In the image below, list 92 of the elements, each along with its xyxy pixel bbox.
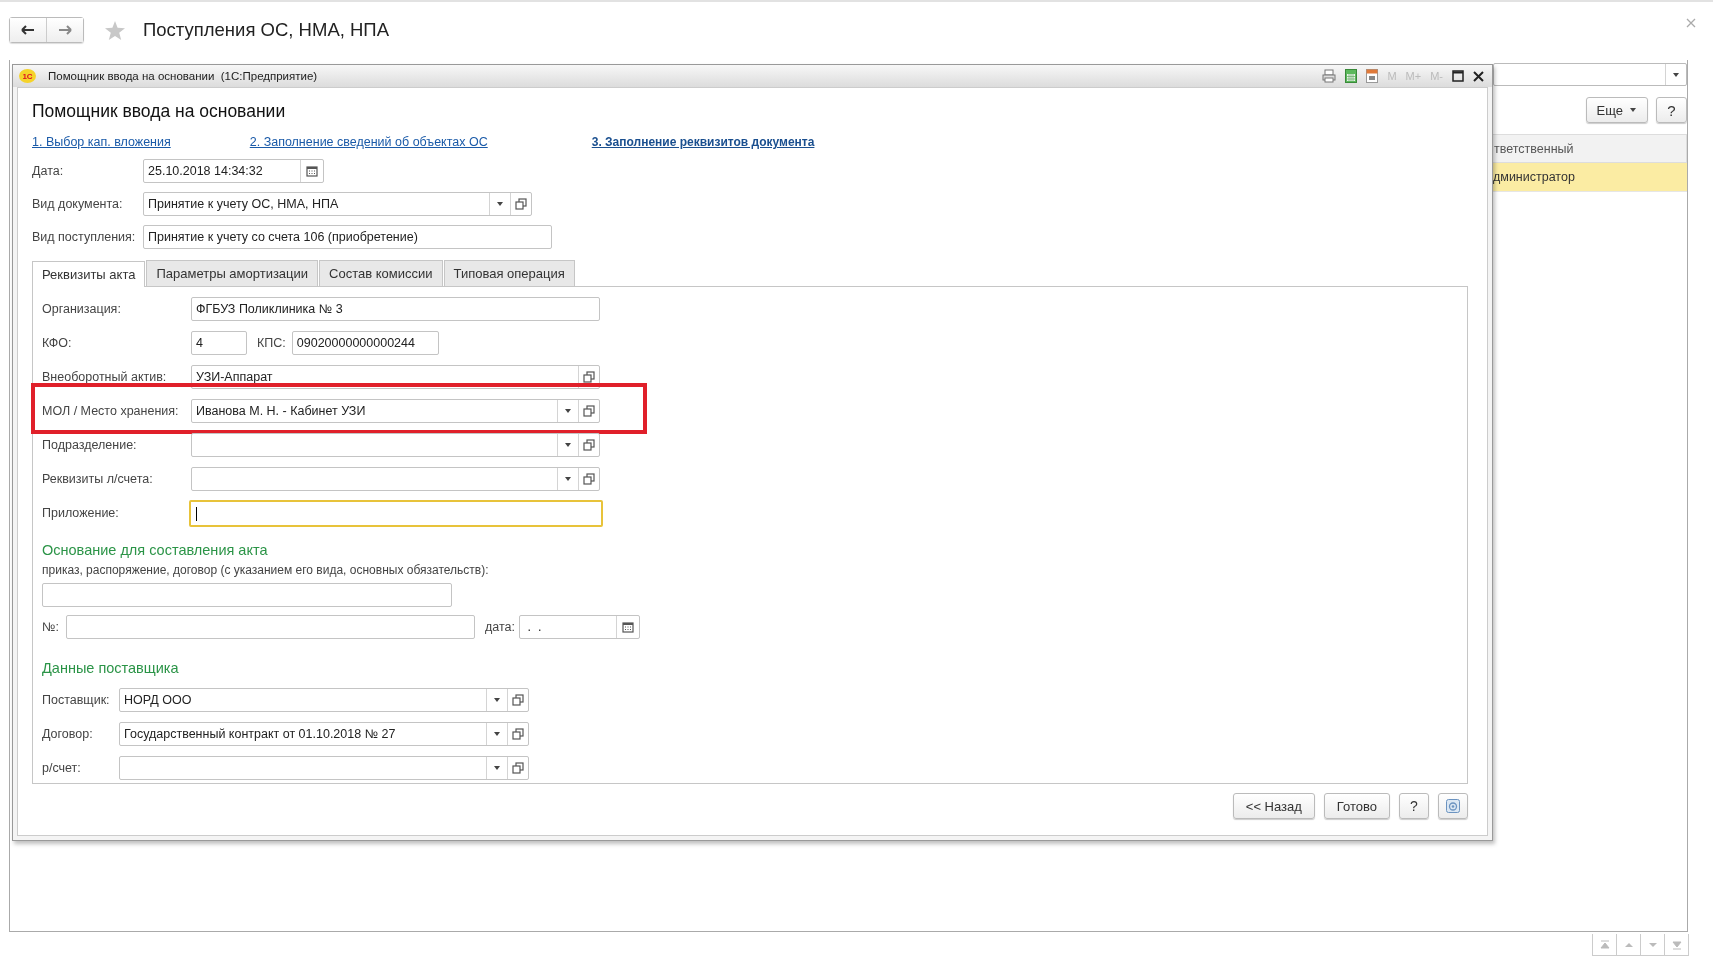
field-label: дата: xyxy=(485,620,515,634)
open-form-icon xyxy=(512,728,524,740)
dialog-button[interactable]: ? xyxy=(1399,793,1429,819)
forward-arrow-icon xyxy=(58,25,72,35)
maximize-button[interactable] xyxy=(1452,70,1464,82)
field-label: р/счет: xyxy=(42,761,82,775)
field-label: Дата: xyxy=(32,164,65,178)
caret-icon xyxy=(493,764,501,772)
tab[interactable]: Реквизиты акта xyxy=(32,261,146,287)
input-field[interactable]: . . xyxy=(519,615,640,639)
field-label: Приложение: xyxy=(42,506,120,520)
input-field[interactable]: 09020000000000244 xyxy=(291,331,439,355)
open-form-icon xyxy=(512,762,524,774)
step-link[interactable]: 2. Заполнение сведений об объектах ОС xyxy=(249,135,488,149)
input-field[interactable] xyxy=(119,756,529,780)
text-cursor xyxy=(196,506,197,521)
page-title: Поступления ОС, НМА, НПА xyxy=(143,19,389,41)
input-field[interactable]: 4 xyxy=(191,331,247,355)
input-field[interactable]: 25.10.2018 14:34:32 xyxy=(143,159,324,183)
input-field[interactable]: Принятие к учету со счета 106 (приобретение) xyxy=(143,225,552,249)
field-label: КФО: xyxy=(42,336,73,350)
caret-icon xyxy=(493,730,501,738)
star-icon[interactable] xyxy=(104,19,126,41)
field-label: Поставщик: xyxy=(42,693,111,707)
step-link[interactable]: 3. Заполнение реквизитов документа xyxy=(591,135,815,149)
close-icon xyxy=(1473,70,1484,82)
scroll-first-icon xyxy=(1598,938,1611,951)
caret-icon xyxy=(1672,70,1680,79)
back-button[interactable] xyxy=(10,18,46,42)
field-label: №: xyxy=(42,620,60,634)
input-field[interactable]: ФГБУЗ Поликлиника № 3 xyxy=(191,297,600,321)
input-field[interactable] xyxy=(189,499,603,527)
field-label: Реквизиты л/счета: xyxy=(42,472,154,486)
window-title: Помощник ввода на основании (1С:Предприятие) xyxy=(48,70,318,82)
calendar-button[interactable] xyxy=(1366,69,1379,83)
column-header: тветственный xyxy=(1493,141,1574,156)
input-field[interactable]: Принятие к учету ОС, НМА, НПА xyxy=(143,192,532,216)
open-form-icon xyxy=(583,405,595,417)
app-logo: 1С xyxy=(19,69,36,83)
field-label: МОЛ / Место хранения: xyxy=(42,404,180,418)
field-label: Вид поступления: xyxy=(32,230,137,244)
caret-icon xyxy=(493,696,501,704)
dialog-button[interactable]: << Назад xyxy=(1232,793,1315,819)
close-button[interactable] xyxy=(1473,70,1484,82)
caret-icon xyxy=(564,441,572,449)
table-cell-text: дминистратор xyxy=(1492,170,1575,184)
open-form-icon xyxy=(583,473,595,485)
input-field[interactable]: Иванова М. Н. - Кабинет УЗИ xyxy=(191,399,600,423)
input-field[interactable]: Государственный контракт от 01.10.2018 № 27 xyxy=(119,722,529,746)
tab[interactable]: Параметры амортизации xyxy=(146,260,319,286)
open-form-icon xyxy=(583,371,595,383)
settings-button[interactable] xyxy=(1438,793,1468,819)
calendar-icon xyxy=(622,621,634,633)
field-label: Внеоборотный актив: xyxy=(42,370,168,384)
print-button[interactable] xyxy=(1322,69,1337,83)
calculator-button[interactable] xyxy=(1345,69,1358,83)
field-label: Договор: xyxy=(42,727,94,741)
input-field[interactable] xyxy=(191,433,600,457)
field-hint: приказ, распоряжение, договор (с указанием его вида, основных обязательств): xyxy=(42,563,490,577)
calendar-icon xyxy=(306,165,318,177)
section-heading: Данные поставщика xyxy=(42,660,180,678)
maximize-icon xyxy=(1452,70,1464,82)
input-field[interactable] xyxy=(191,467,600,491)
input-field[interactable] xyxy=(66,615,475,639)
caret-icon xyxy=(1629,106,1637,114)
open-form-icon xyxy=(583,439,595,451)
caret-icon xyxy=(564,407,572,415)
scroll-last-icon xyxy=(1670,938,1683,951)
field-label: Вид документа: xyxy=(32,197,124,211)
field-label: КПС: xyxy=(257,336,286,350)
calendar-icon xyxy=(1366,69,1379,83)
open-form-icon xyxy=(515,198,527,210)
dialog-button[interactable]: Готово xyxy=(1323,793,1390,819)
settings-icon xyxy=(1446,799,1460,813)
input-field[interactable] xyxy=(42,583,452,607)
more-button[interactable]: Еще xyxy=(1585,97,1648,123)
back-arrow-icon xyxy=(21,25,35,35)
field-label: Организация: xyxy=(42,302,122,316)
calculator-icon xyxy=(1345,69,1358,83)
printer-icon xyxy=(1322,69,1337,83)
tab[interactable]: Состав комиссии xyxy=(319,260,443,286)
input-field[interactable] xyxy=(1493,63,1687,86)
caret-icon xyxy=(564,475,572,483)
help-button[interactable]: ? xyxy=(1656,97,1687,123)
tab[interactable]: Типовая операция xyxy=(443,260,575,286)
caret-icon xyxy=(496,200,504,208)
field-label: Подразделение: xyxy=(42,438,138,452)
open-form-icon xyxy=(512,694,524,706)
step-link[interactable]: 1. Выбор кап. вложения xyxy=(32,135,171,149)
dialog-title: Помощник ввода на основании xyxy=(32,100,287,122)
input-field[interactable]: НОРД ООО xyxy=(119,688,529,712)
section-heading: Основание для составления акта xyxy=(42,542,269,560)
